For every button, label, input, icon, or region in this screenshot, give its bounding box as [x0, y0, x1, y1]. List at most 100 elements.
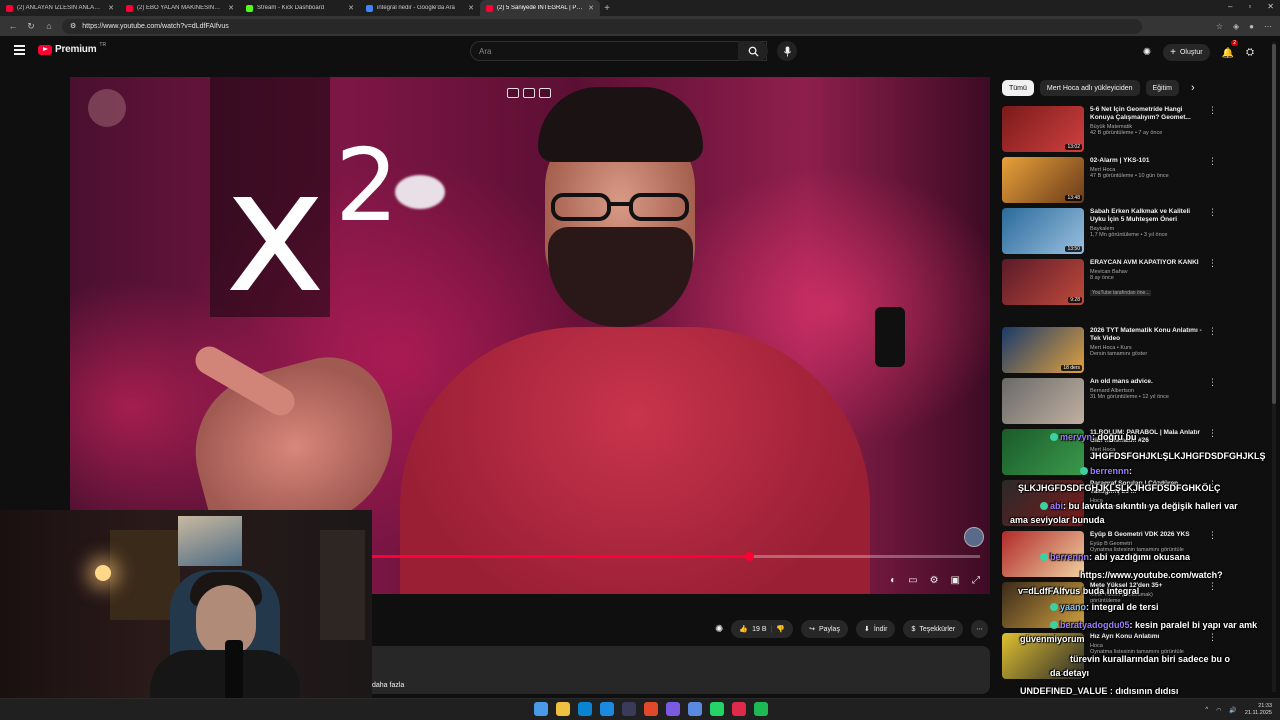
voice-search-button[interactable]: [777, 41, 797, 61]
recommended-video[interactable]: An old mans advice. Bernard Albertson 31 M…: [1002, 378, 1217, 424]
sidebar-filter-chips: Tümü Mert Hoca adlı yükleyiciden Eğitim ›: [1002, 80, 1195, 96]
more-options-icon[interactable]: ⋮: [1208, 327, 1217, 373]
video-title[interactable]: Sabah Erken Kalkmak ve Kaliteli Uyku İçi…: [1090, 208, 1202, 224]
taskbar-app-icon[interactable]: [534, 702, 548, 716]
taskbar-app-icon[interactable]: [578, 702, 592, 716]
recommended-video[interactable]: 13:48 02-Alarm | YKS-101 Mert Hoca 47 B gör…: [1002, 157, 1217, 203]
recommended-video[interactable]: 18 ders 2026 TYT Matematik Konu Anlatımı …: [1002, 327, 1217, 373]
site-info-icon[interactable]: ⚙: [70, 22, 76, 30]
hamburger-menu-icon[interactable]: [14, 45, 25, 55]
video-title[interactable]: ERAYCAN AVM KAPATIYOR KANKİ: [1090, 259, 1202, 267]
pip-icon[interactable]: [507, 88, 519, 98]
taskbar-app-icon[interactable]: [710, 702, 724, 716]
tab-close-icon[interactable]: ✕: [588, 4, 594, 12]
account-avatar[interactable]: ⛭: [1246, 47, 1254, 58]
filter-chip[interactable]: Tümü: [1002, 80, 1034, 96]
tab-close-icon[interactable]: ✕: [348, 4, 354, 12]
video-thumbnail[interactable]: 13:48: [1002, 157, 1084, 203]
tab-close-icon[interactable]: ✕: [108, 4, 114, 12]
new-tab-button[interactable]: +: [600, 2, 614, 16]
more-options-icon[interactable]: ⋮: [1208, 106, 1217, 152]
endscreen-avatar[interactable]: [964, 527, 984, 547]
thanks-button[interactable]: $ Teşekkürler: [903, 620, 964, 638]
subtitles-icon[interactable]: ▭: [908, 575, 917, 586]
video-title[interactable]: 2026 TYT Matematik Konu Anlatımı - Tek V…: [1090, 327, 1202, 343]
more-options-icon[interactable]: ⋮: [1208, 157, 1217, 203]
download-button[interactable]: ⬇ İndir: [855, 620, 896, 638]
miniplayer-icon[interactable]: ▣: [951, 575, 960, 586]
taskbar-app-icon[interactable]: [732, 702, 746, 716]
maximize-icon[interactable]: ▫: [1248, 2, 1251, 11]
video-title[interactable]: 5-6 Net İçin Geometride Hangi Konuya Çal…: [1090, 106, 1202, 122]
progress-scrubber[interactable]: [744, 552, 754, 561]
clock[interactable]: 21:33 21.11.2025: [1245, 703, 1272, 717]
browser-tab[interactable]: (2) 5 Saniyede İNTEGRAL | PDF | ✕: [480, 0, 600, 16]
tab-close-icon[interactable]: ✕: [468, 4, 474, 12]
snapshot-icon[interactable]: [523, 88, 535, 98]
taskbar-app-icon[interactable]: [666, 702, 680, 716]
extensions-icon[interactable]: ◈: [1233, 22, 1239, 31]
video-thumbnail[interactable]: 18 ders: [1002, 327, 1084, 373]
close-window-icon[interactable]: ✕: [1267, 2, 1274, 11]
reload-icon[interactable]: ↻: [26, 21, 36, 32]
browser-menu-icon[interactable]: ⋯: [1264, 22, 1272, 31]
back-icon[interactable]: ←: [8, 21, 18, 31]
wifi-icon[interactable]: ◠: [1216, 707, 1221, 714]
filter-chip[interactable]: Mert Hoca adlı yükleyiciden: [1039, 80, 1140, 96]
browser-tab[interactable]: (2) EBO YALAN MAKİNESİNDE! H ✕: [120, 0, 240, 16]
youtube-premium-logo[interactable]: Premium TR: [38, 42, 106, 55]
home-icon[interactable]: ⌂: [44, 21, 54, 31]
bookmark-icon[interactable]: ☆: [1216, 22, 1223, 31]
recommended-video[interactable]: 9:28 ERAYCAN AVM KAPATIYOR KANKİ Mevican B…: [1002, 259, 1217, 305]
video-thumbnail[interactable]: 9:28: [1002, 259, 1084, 305]
profile-icon[interactable]: ●: [1249, 22, 1254, 31]
fullscreen-icon[interactable]: ⤢: [972, 575, 980, 586]
video-thumbnail[interactable]: [1002, 378, 1084, 424]
recommended-video[interactable]: 13:50 Sabah Erken Kalkmak ve Kaliteli Uyk…: [1002, 208, 1217, 254]
search-input[interactable]: Ara: [470, 41, 767, 61]
chevron-right-icon[interactable]: ›: [1191, 82, 1195, 94]
browser-tab[interactable]: integral nedir - Google'da Ara ✕: [360, 0, 480, 16]
notifications-button[interactable]: 🔔 2: [1222, 40, 1238, 61]
taskbar-app-icon[interactable]: [644, 702, 658, 716]
like-button[interactable]: 👍 19 B | 👎: [731, 620, 794, 638]
video-title[interactable]: An old mans advice.: [1090, 378, 1202, 386]
more-options-icon[interactable]: ⋮: [1208, 259, 1217, 305]
taskbar-app-icon[interactable]: [754, 702, 768, 716]
taskbar-app-icon[interactable]: [688, 702, 702, 716]
search-button[interactable]: [738, 41, 768, 61]
more-options-icon[interactable]: ⋮: [1208, 378, 1217, 424]
scrollbar-thumb[interactable]: [1272, 44, 1276, 404]
kick-icon[interactable]: ✺: [715, 624, 723, 635]
tab-close-icon[interactable]: ✕: [228, 4, 234, 12]
url-field[interactable]: ⚙ https://www.youtube.com/watch?v=dLdfFA…: [62, 18, 1142, 34]
more-actions-button[interactable]: ⋯: [971, 620, 989, 638]
recommended-video[interactable]: 13:02 5-6 Net İçin Geometride Hangi Konuy…: [1002, 106, 1217, 152]
minimize-icon[interactable]: –: [1228, 2, 1232, 11]
filter-chip[interactable]: Eğitim: [1145, 80, 1179, 96]
create-button[interactable]: + Oluştur: [1163, 43, 1210, 61]
autoplay-toggle-icon[interactable]: ◐: [890, 575, 896, 586]
kick-extension-icon[interactable]: ✺: [1143, 47, 1151, 58]
tray-chevron-icon[interactable]: ^: [1205, 707, 1208, 713]
browser-tab[interactable]: (2) ANLAYAN İZLESİN ANLAMAYAN ✕: [0, 0, 120, 16]
player-controls: ◐ ▭ ⚙ ▣ ⤢: [890, 575, 980, 586]
taskbar-app-icon[interactable]: [600, 702, 614, 716]
browser-tab[interactable]: Stream - Kick Dashboard ✕: [240, 0, 360, 16]
taskbar-app-icon[interactable]: [556, 702, 570, 716]
video-title[interactable]: 02-Alarm | YKS-101: [1090, 157, 1202, 165]
popout-icon[interactable]: [539, 88, 551, 98]
chat-message: ŞLKJHGFDSDFGHJKLŞLKJHGFDSDFGHKÖLÇ: [1018, 483, 1221, 494]
settings-gear-icon[interactable]: ⚙: [930, 575, 939, 586]
video-thumbnail[interactable]: 13:02: [1002, 106, 1084, 152]
share-button[interactable]: ↪ Paylaş: [801, 620, 848, 638]
video-thumbnail[interactable]: 13:50: [1002, 208, 1084, 254]
taskbar-app-icon[interactable]: [622, 702, 636, 716]
show-more-link[interactable]: daha fazla: [372, 682, 404, 689]
channel-watermark[interactable]: [88, 89, 126, 127]
more-options-icon[interactable]: ⋮: [1208, 208, 1217, 254]
lamp: [95, 565, 111, 581]
volume-icon[interactable]: 🔊: [1229, 707, 1236, 714]
thumbs-down-icon[interactable]: 👎: [776, 625, 785, 633]
progress-bar[interactable]: [300, 552, 980, 561]
